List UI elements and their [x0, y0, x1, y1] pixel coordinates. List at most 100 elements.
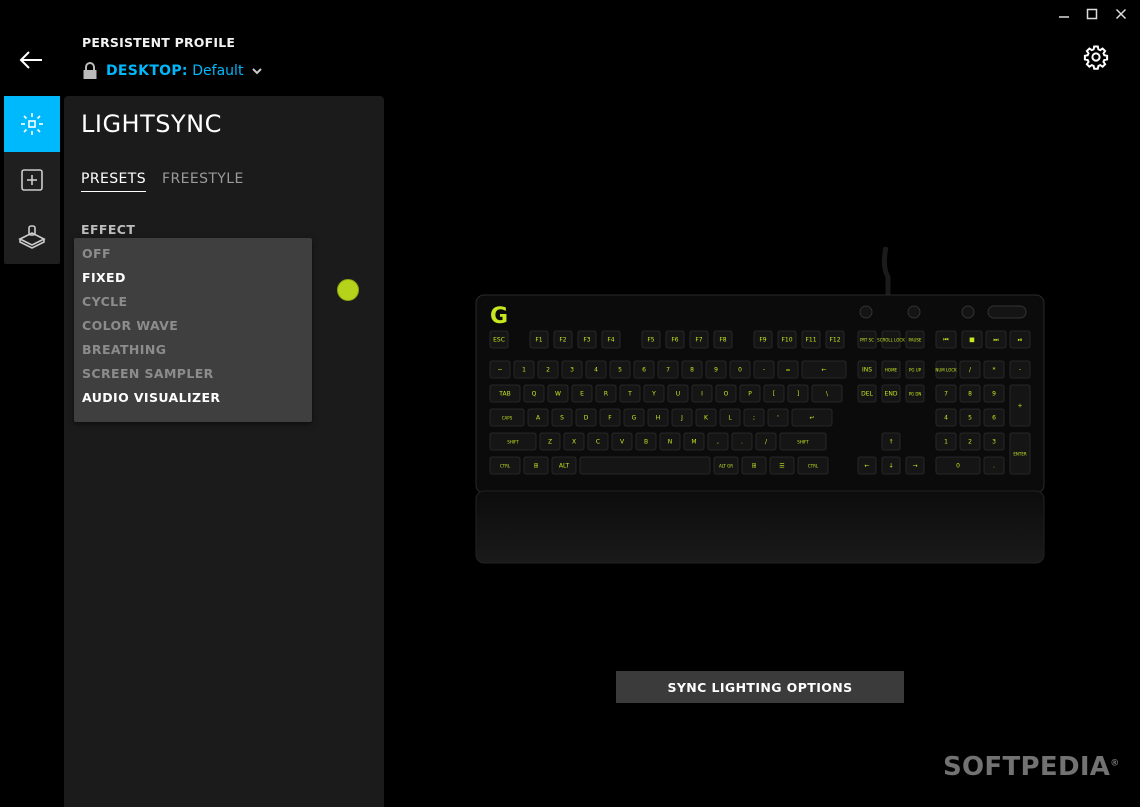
- key-numpad: NUM LOCK: [935, 360, 957, 379]
- tab-freestyle[interactable]: FREESTYLE: [162, 171, 244, 192]
- key-numpad: .: [983, 456, 1005, 475]
- svg-text:PAUSE: PAUSE: [909, 338, 922, 343]
- key-numpad: 0: [935, 456, 981, 475]
- svg-text:0: 0: [738, 367, 742, 374]
- tab-presets[interactable]: PRESETS: [81, 171, 146, 192]
- svg-text:0: 0: [956, 463, 960, 470]
- svg-text:9: 9: [992, 391, 996, 398]
- gear-icon: [1083, 45, 1109, 70]
- key-numpad: 2: [959, 432, 981, 451]
- svg-text:M: M: [691, 439, 696, 446]
- svg-text:F: F: [608, 415, 612, 422]
- color-swatch[interactable]: [337, 279, 359, 301]
- volume-roller: [987, 305, 1027, 319]
- effect-option-screen-sampler[interactable]: SCREEN SAMPLER: [74, 362, 312, 386]
- key: M: [683, 432, 705, 451]
- key: 4: [585, 360, 607, 379]
- feature-rail: [4, 96, 60, 264]
- key: S: [551, 408, 573, 427]
- svg-text:F11: F11: [805, 337, 816, 344]
- svg-text:DEL: DEL: [861, 391, 873, 398]
- key: ☰: [769, 456, 795, 475]
- key: ⊞: [741, 456, 767, 475]
- effect-option-cycle[interactable]: CYCLE: [74, 290, 312, 314]
- key: T: [619, 384, 641, 403]
- keyboard-top-button: [907, 305, 921, 319]
- key: J: [671, 408, 693, 427]
- svg-text:*: *: [993, 367, 996, 374]
- effect-option-color-wave[interactable]: COLOR WAVE: [74, 314, 312, 338]
- svg-text:H: H: [656, 415, 661, 422]
- key: D: [575, 408, 597, 427]
- svg-text:F8: F8: [719, 337, 726, 344]
- svg-text:CTRL: CTRL: [500, 464, 511, 469]
- sync-lighting-options-button[interactable]: SYNC LIGHTING OPTIONS: [616, 671, 904, 703]
- profile-prefix: DESKTOP:: [106, 63, 188, 79]
- key-f7: F7: [689, 330, 709, 349]
- svg-text:T: T: [627, 391, 632, 398]
- key-numpad: 9: [983, 384, 1005, 403]
- key: V: [611, 432, 633, 451]
- key: [: [763, 384, 785, 403]
- svg-text:3: 3: [992, 439, 996, 446]
- minimize-button[interactable]: [1052, 6, 1076, 26]
- back-button[interactable]: [16, 45, 48, 75]
- svg-text:CTRL: CTRL: [808, 464, 819, 469]
- back-arrow-icon: [19, 51, 42, 69]
- profile-selector[interactable]: DESKTOP: Default: [82, 60, 263, 82]
- key-f3: F3: [577, 330, 597, 349]
- settings-button[interactable]: [1083, 44, 1109, 70]
- key-numpad: +: [1009, 384, 1031, 427]
- panel-title: LIGHTSYNC: [81, 110, 222, 138]
- svg-text:NUM LOCK: NUM LOCK: [935, 368, 957, 373]
- svg-text:ALT: ALT: [559, 463, 570, 470]
- key-numpad: 1: [935, 432, 957, 451]
- svg-text:O: O: [724, 391, 729, 398]
- key: ↵: [791, 408, 833, 427]
- lightsync-panel: LIGHTSYNC PRESETS FREESTYLE EFFECT OFF F…: [64, 96, 384, 807]
- assignments-icon: [21, 169, 43, 191]
- key-media: ⏮: [935, 330, 957, 349]
- svg-text:→: →: [912, 463, 917, 470]
- key: ]: [787, 384, 809, 403]
- svg-text:2: 2: [546, 367, 550, 374]
- key-media: ⏭: [985, 330, 1007, 349]
- maximize-button[interactable]: [1080, 6, 1104, 26]
- svg-text:F4: F4: [607, 337, 614, 344]
- key: B: [635, 432, 657, 451]
- key: Y: [643, 384, 665, 403]
- svg-text:F3: F3: [583, 337, 590, 344]
- svg-text:F10: F10: [781, 337, 792, 344]
- key: W: [547, 384, 569, 403]
- rail-item-game-mode[interactable]: [4, 208, 60, 264]
- svg-text:=: =: [785, 367, 790, 374]
- rail-item-lightsync[interactable]: [4, 96, 60, 152]
- key-arrow-right: →: [905, 456, 925, 475]
- rail-item-assignments[interactable]: [4, 152, 60, 208]
- key: N: [659, 432, 681, 451]
- key: 5: [609, 360, 631, 379]
- svg-text:S: S: [560, 415, 564, 422]
- effect-option-breathing[interactable]: BREATHING: [74, 338, 312, 362]
- key-f6: F6: [665, 330, 685, 349]
- key: F: [599, 408, 621, 427]
- key: G: [623, 408, 645, 427]
- close-button[interactable]: [1109, 6, 1133, 26]
- svg-text:5: 5: [968, 415, 972, 422]
- key-f9: F9: [753, 330, 773, 349]
- svg-text:↑: ↑: [888, 439, 893, 446]
- key: /: [755, 432, 777, 451]
- key: PG DN: [905, 384, 925, 403]
- effect-option-audio-visualizer[interactable]: AUDIO VISUALIZER: [74, 386, 312, 410]
- svg-text:↵: ↵: [809, 415, 814, 422]
- svg-text:F5: F5: [647, 337, 654, 344]
- lightsync-icon: [21, 113, 43, 135]
- svg-text:U: U: [676, 391, 680, 398]
- keyboard-cable: [881, 246, 891, 295]
- effect-option-fixed[interactable]: FIXED: [74, 266, 312, 290]
- key: ': [767, 408, 789, 427]
- svg-text:F1: F1: [535, 337, 542, 344]
- keyboard-top-button: [859, 305, 873, 319]
- effect-option-off[interactable]: OFF: [74, 242, 312, 266]
- svg-text:2: 2: [968, 439, 972, 446]
